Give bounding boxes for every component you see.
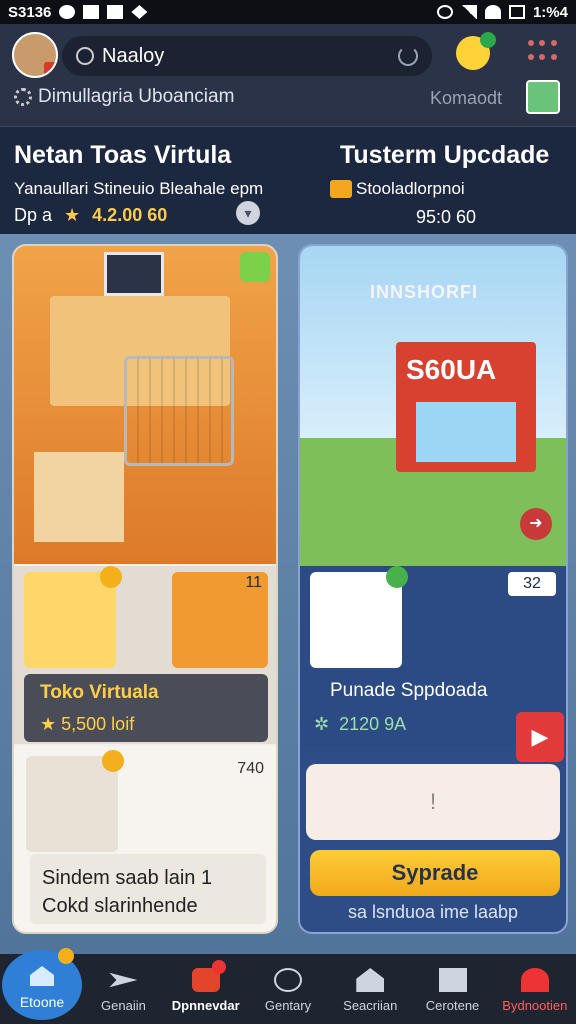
item-price-right: ✲ 2120 9A — [314, 714, 407, 734]
plant-tile[interactable]: 11 — [172, 572, 268, 668]
globe-icon — [273, 968, 302, 992]
storefront-illustration: INNSHORFI S60UA ➜ — [300, 246, 566, 566]
wifi-icon — [484, 5, 501, 19]
profile-thumb[interactable] — [526, 80, 560, 114]
cart-tile[interactable] — [24, 566, 122, 668]
cart-image — [124, 356, 234, 466]
notification-icon — [59, 5, 76, 19]
store-building: S60UA — [396, 342, 536, 472]
alert-icon — [520, 968, 549, 992]
alarm-icon — [436, 5, 453, 19]
search-bar[interactable]: Naaloy — [62, 36, 432, 76]
diamond-icon — [131, 5, 148, 19]
left-value-row: Dp a ★ 4.2.00 60 — [14, 205, 167, 226]
nav-item-home[interactable]: Etoone — [2, 948, 82, 1020]
store-card-right[interactable]: INNSHORFI S60UA ➜ 32 Punade Sppdoada ✲ 21… — [298, 244, 568, 934]
subtitle-right: Komaodt — [430, 88, 503, 108]
star-icon — [100, 566, 122, 588]
subtitle-text: Dimullagria Uboanciam — [38, 86, 235, 107]
right-value: 95:0 60 — [416, 207, 477, 227]
arrow-button[interactable]: ➜ — [520, 508, 552, 540]
bottom-nav: Genaiin Dpnnevdar Gentary Seacriian Cero… — [0, 954, 576, 1024]
sky-text: INNSHORFI — [370, 282, 478, 302]
coins-icon — [330, 180, 352, 198]
tile-count: 11 — [245, 574, 262, 591]
emoji-face-icon[interactable] — [456, 32, 496, 70]
upgrade-button[interactable]: Syprade — [310, 850, 560, 896]
play-button[interactable]: ▶ — [516, 712, 564, 762]
gallery-icon — [83, 5, 100, 19]
bottom-count: 740 — [237, 760, 264, 777]
nav-badge — [212, 960, 227, 974]
status-bar: S3136 1:%4 — [0, 0, 576, 24]
star-icon — [386, 566, 408, 588]
item-price: ★ 5,500 loif — [40, 714, 135, 734]
bottom-item[interactable]: 740 Sindem saab lain 1 Cokd slarinhende — [14, 746, 276, 932]
star-coin-icon: ★ — [64, 205, 81, 225]
store-card-left[interactable]: 11 Toko Virtuala ★ 5,500 loif 740 Sindem… — [12, 244, 278, 934]
summary-header: Netan Toas Virtula Tusterm Upcdade Yanau… — [0, 126, 576, 234]
item-info[interactable]: Toko Virtuala ★ 5,500 loif — [24, 674, 268, 742]
sparkle-icon: ✲ — [314, 714, 330, 734]
nav-item-gentary[interactable]: Gentary — [247, 954, 329, 1024]
gear-icon[interactable] — [14, 88, 32, 106]
item-title: Toko Virtuala — [40, 682, 159, 703]
nav-item-cerotene[interactable]: Cerotene — [411, 954, 493, 1024]
status-time: S3136 — [8, 3, 52, 21]
refresh-icon[interactable] — [398, 46, 418, 66]
nav-item-dpnnevdar[interactable]: Dpnnevdar — [165, 954, 247, 1024]
item-row: 11 Toko Virtuala ★ 5,500 loif — [14, 566, 276, 744]
battery-icon — [508, 5, 525, 19]
cart-tile-2[interactable] — [26, 750, 124, 852]
left-subtitle: Yanaullari Stineuio Bleahale epm — [14, 179, 264, 198]
nav-item-seacriian[interactable]: Seacriian — [329, 954, 411, 1024]
gift-icon — [438, 968, 467, 992]
menu-dots-icon[interactable] — [528, 40, 558, 64]
right-subtitle-row: Stooladlorpnoi — [330, 179, 465, 199]
monitor-image — [104, 252, 164, 296]
price-icon: ★ — [40, 714, 62, 734]
chevron-down-icon[interactable]: ▾ — [236, 201, 260, 225]
house-icon — [356, 968, 385, 992]
box-image — [34, 452, 124, 542]
item-name: Punade Sppdoada — [330, 680, 488, 701]
bottom-description: Sindem saab lain 1 Cokd slarinhende — [30, 854, 266, 924]
store-window — [416, 402, 516, 462]
star-icon — [102, 750, 124, 772]
arrow-icon — [109, 972, 138, 988]
notification-badge — [480, 32, 496, 48]
avatar[interactable] — [12, 32, 58, 78]
left-value: 4.2.00 60 — [92, 205, 168, 225]
store-illustration — [14, 246, 276, 564]
nav-item-bydnootien[interactable]: Bydnootien — [494, 954, 576, 1024]
mail-icon — [107, 5, 124, 19]
right-title: Tusterm Upcdade — [340, 141, 550, 169]
home-badge — [58, 948, 74, 964]
search-icon — [76, 47, 94, 65]
avatar-badge — [44, 62, 56, 76]
store-sign: S60UA — [406, 354, 497, 385]
right-subtitle: Stooladlorpnoi — [356, 179, 465, 198]
upgrade-footer: sa lsnduoa ime laabp — [347, 902, 519, 922]
item-count: 32 — [508, 572, 556, 596]
search-text: Naaloy — [102, 44, 165, 67]
nav-item-genaiin[interactable]: Genaiin — [82, 954, 164, 1024]
home-icon — [30, 966, 54, 986]
left-title: Netan Toas Virtula — [14, 141, 232, 169]
left-value-prefix: Dp a — [14, 205, 53, 225]
status-clock: 1:%4 — [532, 3, 568, 21]
cart-tile-right[interactable] — [310, 566, 408, 668]
top-bar: Naaloy Dimullagria Uboanciam Komaodt — [0, 24, 576, 126]
star-badge-icon[interactable] — [240, 252, 270, 282]
signal-icon — [460, 5, 477, 19]
empty-panel: ! — [306, 764, 560, 840]
subtitle-row: Dimullagria Uboanciam — [14, 86, 234, 108]
